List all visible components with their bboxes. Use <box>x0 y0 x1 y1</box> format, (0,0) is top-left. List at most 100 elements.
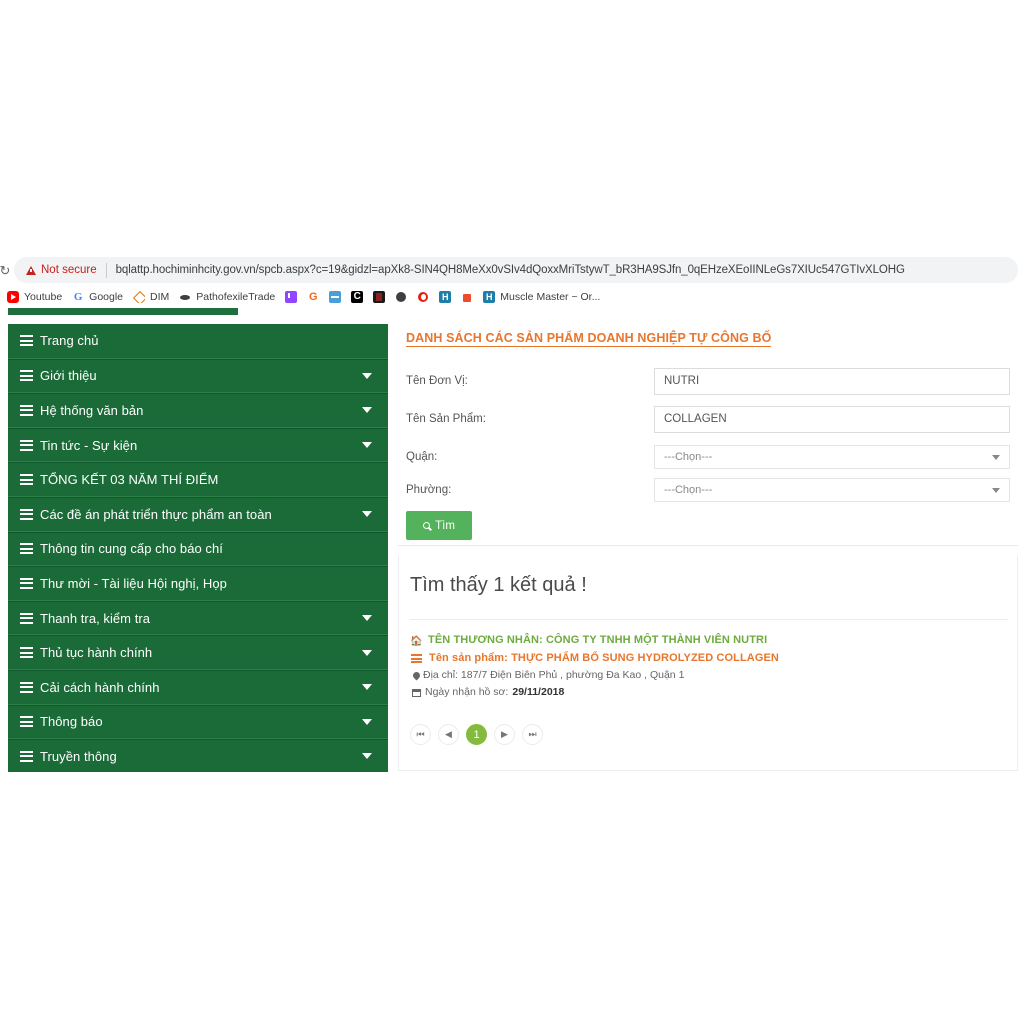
list-icon <box>20 370 33 382</box>
bookmark-muscle-master[interactable]: H Muscle Master ~ Or... <box>478 287 605 307</box>
sidebar-item-tin-tuc-su-kien[interactable]: Tin tức - Sự kiện <box>8 427 388 463</box>
bookmark-shopee[interactable] <box>456 287 478 307</box>
bookmark-youtube[interactable]: Youtube <box>2 287 67 307</box>
sidebar-item-label: Giới thiệu <box>40 368 97 384</box>
chevron-down-icon <box>992 454 1000 460</box>
omnibox-divider <box>105 262 107 278</box>
bookmark-label: Google <box>89 291 124 303</box>
bookmark-dark-site[interactable] <box>368 287 390 307</box>
district-select[interactable]: ---Chọn--- <box>654 445 1010 469</box>
sidebar-item-cai-cach-hanh-chinh[interactable]: Cải cách hành chính <box>8 669 388 705</box>
list-icon <box>20 335 33 347</box>
sidebar-item-thong-bao[interactable]: Thông báo <box>8 704 388 740</box>
bookmark-pathofexiletrade[interactable]: PathofexileTrade <box>174 287 280 307</box>
list-icon <box>20 543 33 555</box>
pagination-last-button[interactable]: ⏭ <box>522 724 543 745</box>
result-product-line: Tên sản phẩm: THỰC PHẨM BỔ SUNG HYDROLYZ… <box>410 652 1008 664</box>
reload-icon[interactable]: ↻ <box>0 264 14 277</box>
chevron-down-icon[interactable] <box>362 615 372 622</box>
result-merchant-line: 🏠 TÊN THƯƠNG NHÂN: CÔNG TY TNHH MỘT THÀN… <box>410 634 1008 647</box>
result-date-value: 29/11/2018 <box>512 686 565 698</box>
ward-select[interactable]: ---Chọn--- <box>654 478 1010 502</box>
bookmark-g2a[interactable]: G <box>302 287 324 307</box>
main-content: DANH SÁCH CÁC SẢN PHẨM DOANH NGHIỆP TỰ C… <box>398 324 1018 772</box>
home-icon: 🏠 <box>410 636 423 647</box>
chevron-down-icon[interactable] <box>362 649 372 656</box>
form-row-product: Tên Sản Phẩm: <box>406 404 1010 434</box>
results-panel: Tìm thấy 1 kết quả ! 🏠 TÊN THƯƠNG NHÂN: … <box>398 556 1018 771</box>
pagination: ⏮ ◀ 1 ▶ ⏭ <box>410 724 543 745</box>
ward-label: Phường: <box>406 484 452 496</box>
sidebar-item-thu-tuc-hanh-chinh[interactable]: Thủ tục hành chính <box>8 635 388 670</box>
bookmark-opera[interactable] <box>412 287 434 307</box>
list-icon <box>20 612 33 624</box>
sidebar-item-he-thong-van-ban[interactable]: Hệ thống văn bản <box>8 393 388 428</box>
form-row-ward: Phường: ---Chọn--- <box>406 475 1010 505</box>
chevron-down-icon[interactable] <box>362 372 372 379</box>
product-name-input[interactable] <box>654 405 1010 433</box>
unit-name-input[interactable] <box>654 367 1010 395</box>
unit-label: Tên Đơn Vị: <box>406 375 468 387</box>
sidebar-item-trang-chu[interactable]: Trang chủ <box>8 324 388 359</box>
sidebar-item-thong-tin-bao-chi[interactable]: Thông tin cung cấp cho báo chí <box>8 531 388 567</box>
pagination-page-1[interactable]: 1 <box>466 724 487 745</box>
result-address-line: Địa chỉ: 187/7 Điện Biên Phủ , phường Đa… <box>410 669 1008 681</box>
chevron-down-icon[interactable] <box>362 407 372 414</box>
sidebar-item-thanh-tra[interactable]: Thanh tra, kiểm tra <box>8 600 388 636</box>
chevron-down-icon[interactable] <box>362 511 372 518</box>
pagination-first-button[interactable]: ⏮ <box>410 724 431 745</box>
list-icon <box>20 750 33 762</box>
results-heading: Tìm thấy 1 kết quả ! <box>410 574 587 596</box>
sidebar-item-label: Thư mời - Tài liệu Hội nghị, Họp <box>40 575 227 591</box>
bookmark-blue-site[interactable] <box>324 287 346 307</box>
result-merchant-text: TÊN THƯƠNG NHÂN: CÔNG TY TNHH MỘT THÀNH … <box>428 634 768 646</box>
bookmarks-bar: Youtube G Google DIM PathofexileTrade G <box>0 286 1024 308</box>
sidebar-item-label: Cải cách hành chính <box>40 679 160 695</box>
not-secure-warning-icon <box>26 265 36 275</box>
chevron-down-icon[interactable] <box>362 684 372 691</box>
chevron-down-icon[interactable] <box>362 718 372 725</box>
sidebar-nav: Trang chủ Giới thiệu Hệ thống văn bản Ti… <box>8 324 388 772</box>
twitch-icon <box>285 291 298 303</box>
sidebar-item-gioi-thieu[interactable]: Giới thiệu <box>8 358 388 394</box>
bookmark-h-site[interactable]: H <box>434 287 456 307</box>
bookmark-curseforge[interactable]: C <box>346 287 368 307</box>
result-address-text: Địa chỉ: 187/7 Điện Biên Phủ , phường Đa… <box>423 669 685 681</box>
screenshot-root: ↻ Not secure bqlattp.hochiminhcity.gov.v… <box>0 0 1024 1024</box>
pagination-next-button[interactable]: ▶ <box>494 724 515 745</box>
sidebar-item-label: TỔNG KẾT 03 NĂM THÍ ĐIỂM <box>40 472 219 488</box>
chevron-down-icon[interactable] <box>362 753 372 760</box>
sidebar-item-tong-ket-03-nam[interactable]: TỔNG KẾT 03 NĂM THÍ ĐIỂM <box>8 462 388 497</box>
result-date-line: Ngày nhận hồ sơ: 29/11/2018 <box>410 686 1008 698</box>
divider <box>410 619 1008 620</box>
bookmark-dim[interactable]: DIM <box>128 287 174 307</box>
chevron-down-icon[interactable] <box>362 442 372 449</box>
location-pin-icon <box>411 670 422 681</box>
page-loading-bar <box>8 308 238 315</box>
browser-chrome: ↻ Not secure bqlattp.hochiminhcity.gov.v… <box>0 255 1024 310</box>
sidebar-item-cac-de-an[interactable]: Các đề án phát triển thực phẩm an toàn <box>8 496 388 532</box>
bookmark-google[interactable]: G Google <box>67 287 128 307</box>
sidebar-item-truyen-thong[interactable]: Truyền thông <box>8 739 388 772</box>
list-icon <box>20 508 33 520</box>
h-site-icon-2: H <box>483 291 496 303</box>
pagination-prev-button[interactable]: ◀ <box>438 724 459 745</box>
search-button[interactable]: Tìm <box>406 511 472 540</box>
result-product-text: Tên sản phẩm: THỰC PHẨM BỔ SUNG HYDROLYZ… <box>429 652 779 664</box>
google-icon: G <box>72 291 85 303</box>
district-label: Quận: <box>406 451 438 463</box>
web-page: Trang chủ Giới thiệu Hệ thống văn bản Ti… <box>0 306 1024 772</box>
h-site-icon: H <box>439 291 452 303</box>
bookmark-twitch[interactable] <box>280 287 302 307</box>
bookmark-globe[interactable] <box>390 287 412 307</box>
list-icon <box>20 681 33 693</box>
address-bar[interactable]: Not secure bqlattp.hochiminhcity.gov.vn/… <box>14 257 1018 283</box>
sidebar-item-thu-moi[interactable]: Thư mời - Tài liệu Hội nghị, Họp <box>8 566 388 601</box>
district-select-value: ---Chọn--- <box>664 451 713 463</box>
sidebar-item-label: Trang chủ <box>40 333 99 349</box>
sidebar-item-label: Thanh tra, kiểm tra <box>40 610 151 626</box>
dim-icon <box>133 291 146 303</box>
youtube-icon <box>7 291 19 303</box>
list-icon <box>20 577 33 589</box>
calendar-icon <box>412 689 421 697</box>
